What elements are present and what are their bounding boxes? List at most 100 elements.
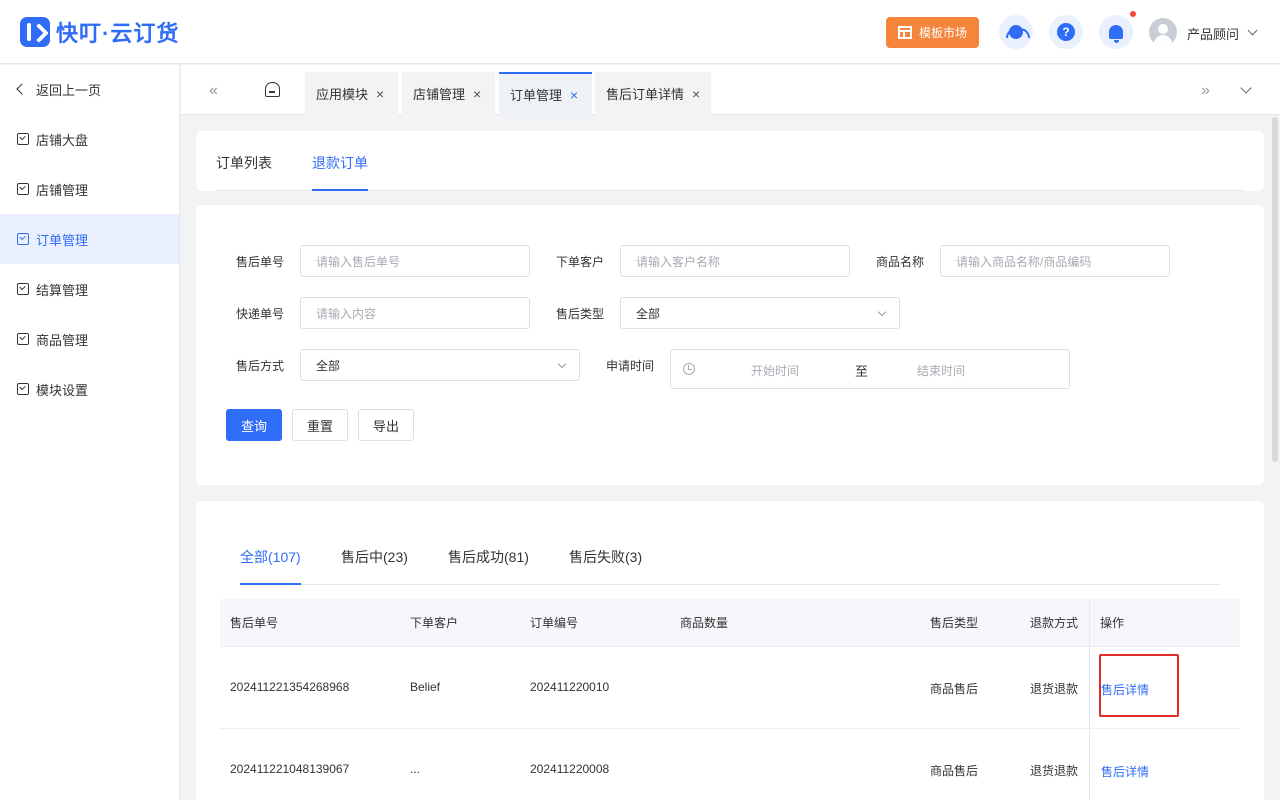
start-time-input[interactable]: 开始时间: [751, 362, 799, 379]
tab-status-all[interactable]: 全部(107): [240, 547, 301, 567]
tab-strip: « 应用模块 × 店铺管理 × 订单管理 × 售后订单详情 × »: [181, 65, 1280, 115]
brand-name: 快叮·云订货: [56, 21, 180, 46]
fixed-column-divider: [1089, 599, 1090, 800]
back-label: 返回上一页: [36, 82, 102, 98]
column-header-quantity: 商品数量: [680, 616, 729, 630]
tab-aftersale-detail[interactable]: 售后订单详情 ×: [595, 72, 711, 115]
top-bar: 快叮·云订货 模板市场 ? 产品顾问: [0, 0, 1280, 64]
chevron-down-icon[interactable]: [1247, 25, 1258, 36]
template-market-button[interactable]: 模板市场: [886, 17, 979, 48]
sidebar-item-label: 模块设置: [36, 382, 89, 398]
cell-aftersale-no: 202411221048139067: [230, 762, 350, 776]
aftersale-type-select[interactable]: 全部: [620, 297, 900, 329]
template-market-label: 模板市场: [918, 26, 967, 40]
customer-service-button[interactable]: [999, 15, 1033, 49]
column-header-order-no: 订单编号: [530, 616, 579, 630]
logo-icon: [20, 17, 50, 47]
tab-status-failed[interactable]: 售后失败(3): [569, 547, 642, 567]
product-label: 商品名称: [876, 255, 925, 269]
sidebar-item-store-dashboard[interactable]: 店铺大盘: [0, 114, 179, 164]
sidebar-item-order-management[interactable]: 订单管理: [0, 214, 179, 264]
aftersale-method-value: 全部: [316, 358, 341, 373]
sidebar-item-products[interactable]: 商品管理: [0, 314, 179, 364]
query-button[interactable]: 查询: [226, 409, 282, 441]
notification-dot: [1130, 11, 1136, 17]
scroll-right-icon[interactable]: »: [1201, 82, 1210, 100]
cell-customer: ...: [410, 762, 421, 776]
tab-label: 店铺管理: [413, 87, 466, 102]
close-icon[interactable]: ×: [376, 86, 384, 102]
sidebar-item-store-management[interactable]: 店铺管理: [0, 164, 179, 214]
tab-app-modules[interactable]: 应用模块 ×: [305, 72, 398, 115]
page-scrollbar[interactable]: [1270, 115, 1280, 800]
aftersale-type-value: 全部: [636, 306, 661, 321]
cell-customer: Belief: [410, 680, 441, 694]
tab-status-success[interactable]: 售后成功(81): [448, 547, 529, 567]
user-name[interactable]: 产品顾问: [1187, 24, 1239, 43]
tab-label: 订单管理: [510, 88, 563, 103]
customer-input[interactable]: 请输入客户名称: [620, 245, 850, 277]
chevron-down-icon: [877, 307, 887, 317]
column-header-refund-method: 退款方式: [1030, 616, 1079, 630]
product-input[interactable]: 请输入商品名称/商品编码: [940, 245, 1170, 277]
chevron-down-icon[interactable]: [1240, 82, 1252, 94]
reset-button[interactable]: 重置: [292, 409, 348, 441]
chevron-left-icon: [16, 83, 28, 95]
scroll-left-icon[interactable]: «: [209, 82, 218, 100]
tab-order-list[interactable]: 订单列表: [216, 153, 272, 173]
aftersale-no-input[interactable]: 请输入售后单号: [300, 245, 530, 277]
column-header-aftersale-type: 售后类型: [930, 616, 979, 630]
checkbox-icon: [17, 283, 29, 295]
sidebar-item-label: 店铺大盘: [36, 132, 89, 148]
close-icon[interactable]: ×: [692, 86, 700, 102]
aftersale-detail-link[interactable]: 售后详情: [1101, 763, 1149, 780]
checkbox-icon: [17, 133, 29, 145]
checkbox-icon: [17, 333, 29, 345]
column-header-customer: 下单客户: [410, 616, 459, 630]
tab-order-management[interactable]: 订单管理 ×: [499, 72, 592, 115]
brand-logo[interactable]: 快叮·云订货: [20, 16, 179, 48]
active-status-indicator: [240, 583, 301, 585]
headset-icon: [1006, 25, 1030, 39]
aftersale-type-label: 售后类型: [556, 307, 605, 321]
sidebar-item-module-settings[interactable]: 模块设置: [0, 364, 179, 414]
help-button[interactable]: ?: [1049, 15, 1083, 49]
cell-order-no: 202411220008: [530, 762, 610, 776]
home-icon[interactable]: [265, 82, 280, 97]
results-panel: [196, 501, 1264, 800]
scrollbar-thumb[interactable]: [1272, 117, 1278, 462]
end-time-input[interactable]: 结束时间: [917, 362, 965, 379]
sidebar-item-label: 结算管理: [36, 282, 89, 298]
export-button[interactable]: 导出: [358, 409, 414, 441]
subtab-divider: [216, 190, 1244, 191]
sidebar-item-settlement[interactable]: 结算管理: [0, 264, 179, 314]
sidebar: 返回上一页 店铺大盘 店铺管理 订单管理 结算管理 商品管理 模块设置: [0, 65, 180, 800]
close-icon[interactable]: ×: [473, 86, 481, 102]
clock-icon: [683, 363, 695, 375]
tab-refund-orders[interactable]: 退款订单: [312, 153, 368, 173]
customer-label: 下单客户: [556, 255, 605, 269]
sidebar-item-label: 店铺管理: [36, 182, 89, 198]
cell-refund-method: 退货退款: [1030, 682, 1079, 696]
active-tab-indicator: [312, 189, 368, 191]
tab-status-in-progress[interactable]: 售后中(23): [341, 547, 408, 567]
cell-order-no: 202411220010: [530, 680, 610, 694]
row-divider: [220, 728, 1240, 729]
status-tabs-divider: [240, 584, 1220, 585]
checkbox-icon: [17, 383, 29, 395]
express-no-label: 快递单号: [236, 307, 285, 321]
close-icon[interactable]: ×: [570, 87, 578, 103]
express-no-input[interactable]: 请输入内容: [300, 297, 530, 329]
cell-aftersale-no: 202411221354268968: [230, 680, 350, 694]
cell-aftersale-type: 商品售后: [930, 682, 979, 696]
avatar[interactable]: [1149, 18, 1177, 46]
notifications-button[interactable]: [1099, 15, 1133, 49]
tab-store-management[interactable]: 店铺管理 ×: [402, 72, 495, 115]
row-divider: [220, 646, 1240, 647]
back-button[interactable]: 返回上一页: [0, 65, 179, 113]
aftersale-method-select[interactable]: 全部: [300, 349, 580, 381]
highlight-annotation-box: [1099, 654, 1179, 717]
sidebar-item-label: 订单管理: [36, 232, 89, 248]
aftersale-no-label: 售后单号: [236, 255, 285, 269]
apply-time-range[interactable]: 开始时间 至 结束时间: [670, 349, 1070, 389]
